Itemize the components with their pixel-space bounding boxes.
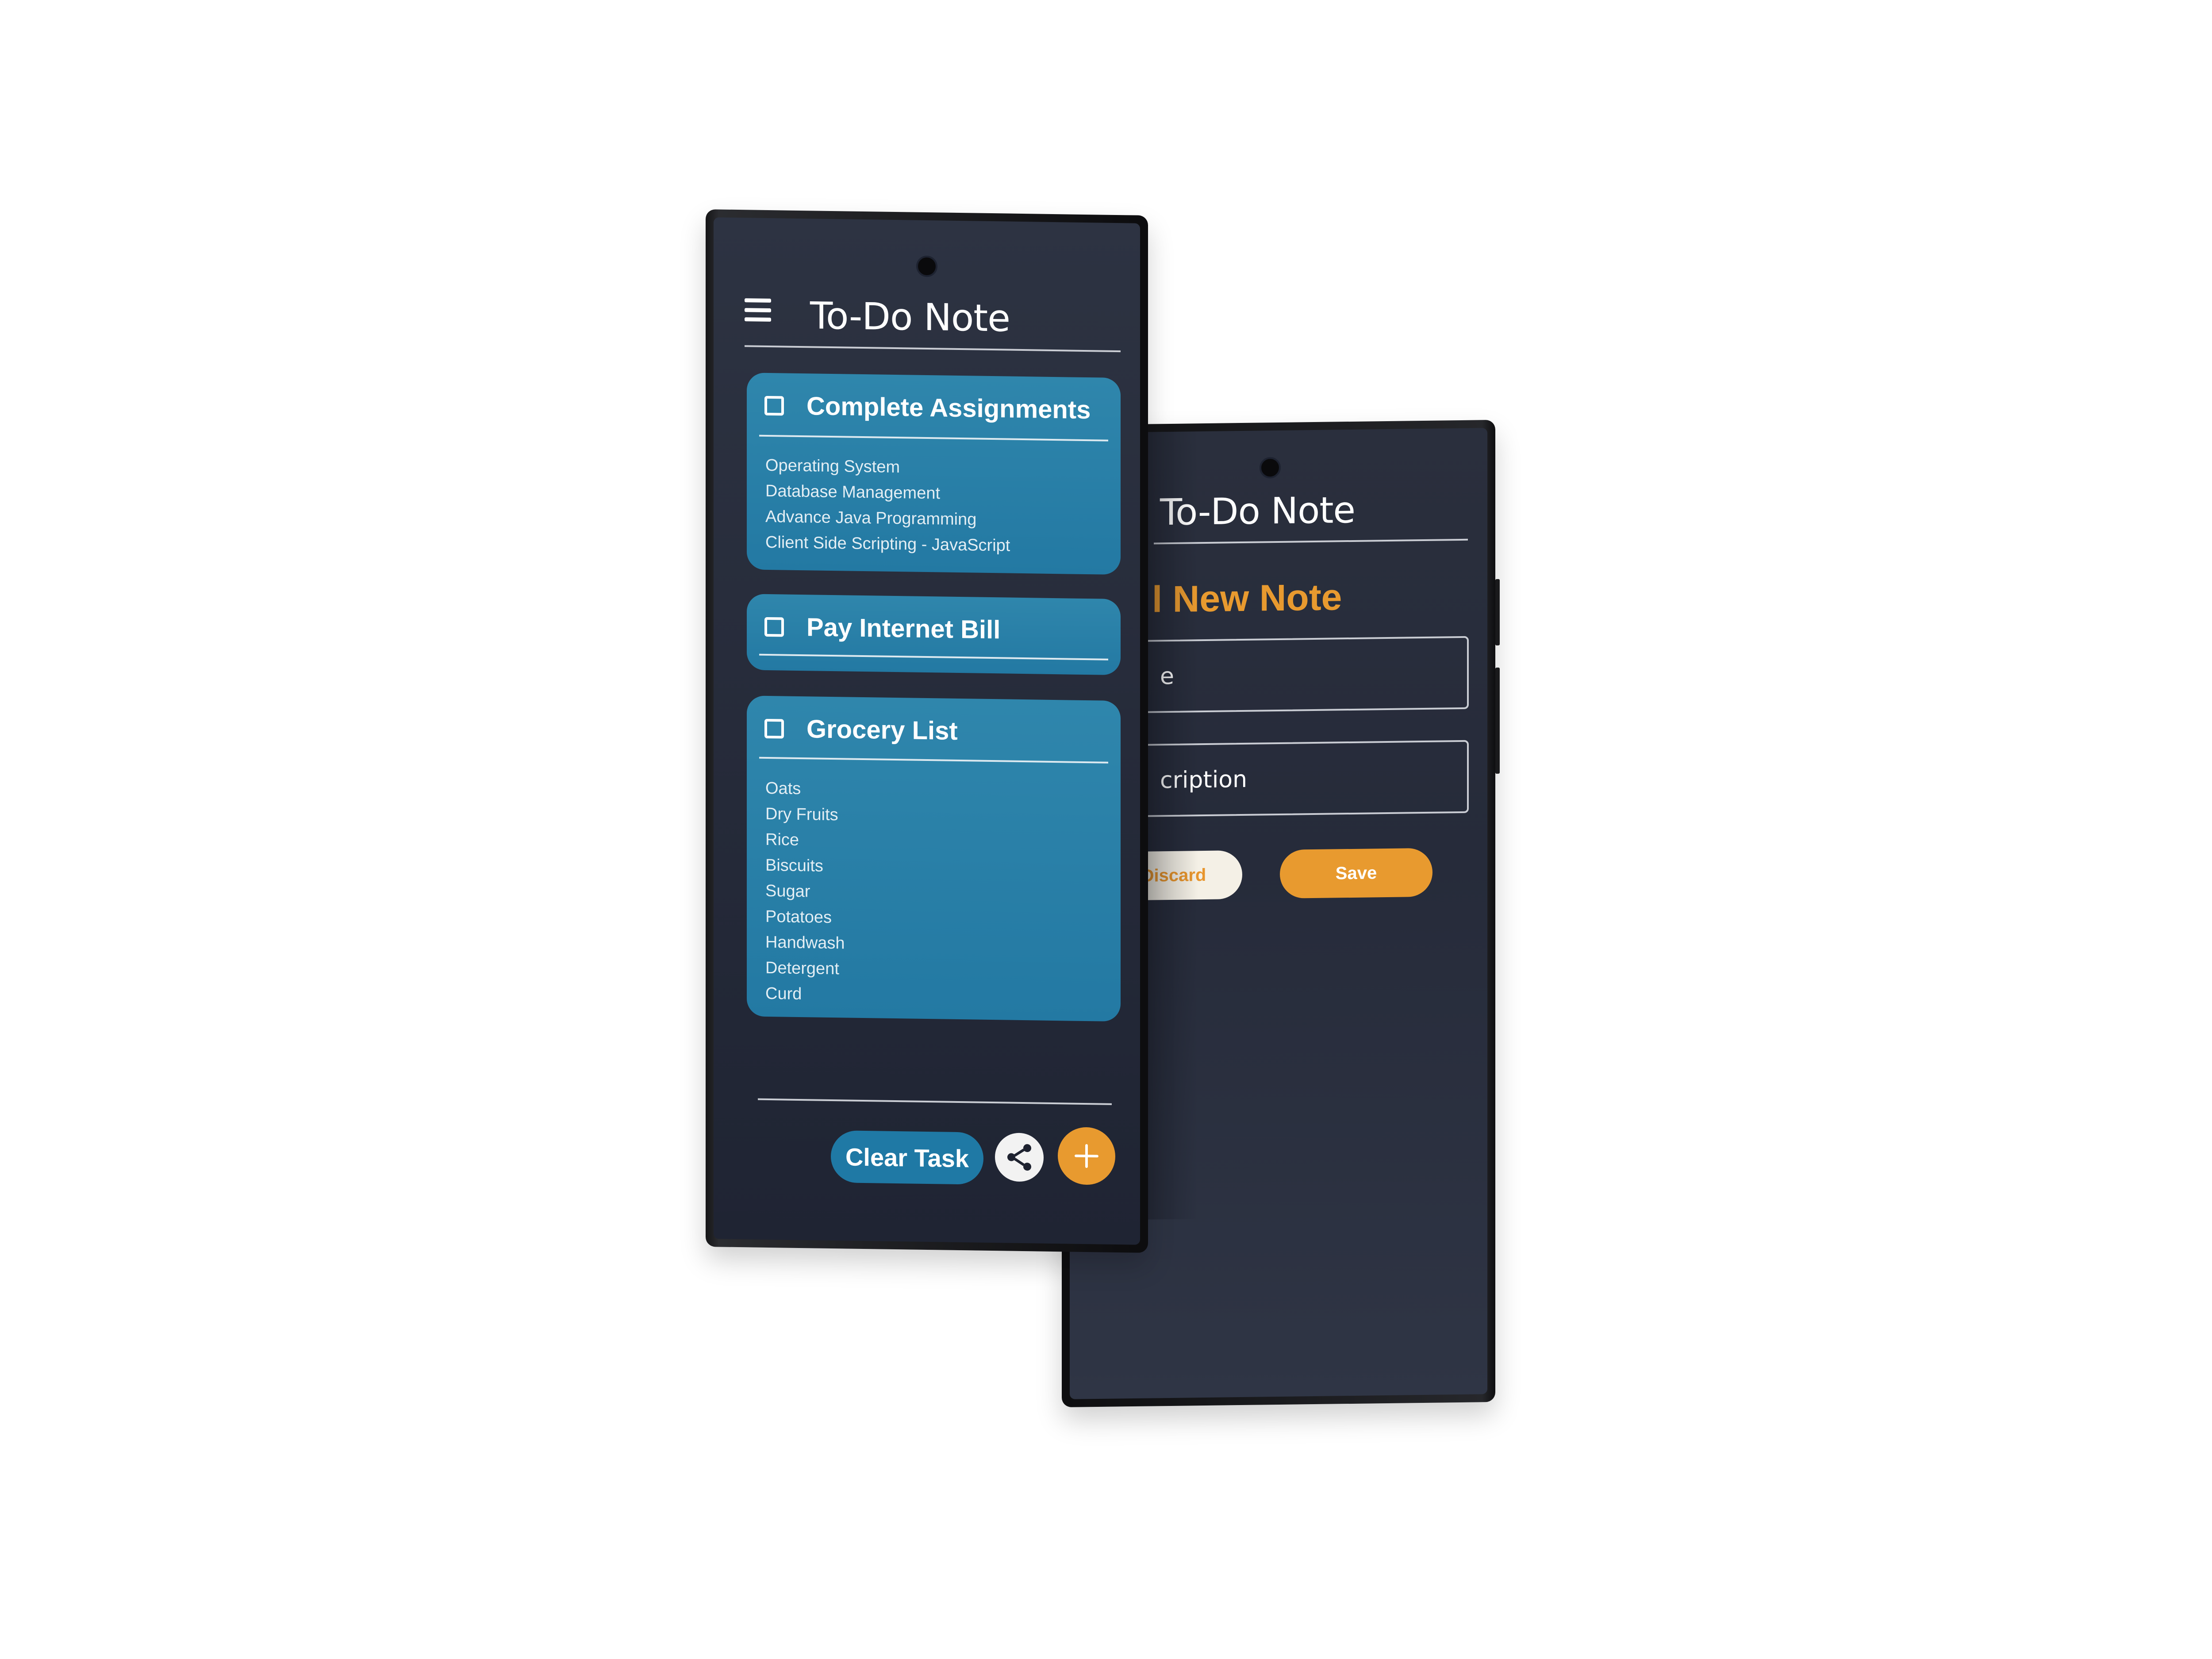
task-item: Sugar [765, 881, 810, 901]
task-item: Operating System [765, 456, 900, 477]
note-title-field[interactable]: e [1105, 636, 1469, 714]
todo-list-screen: To-Do Note Complete Assignments Operatin… [714, 217, 1140, 1245]
task-item: Potatoes [765, 907, 832, 927]
task-divider [759, 757, 1108, 764]
note-description-field[interactable]: cription [1105, 740, 1469, 818]
task-item: Advance Java Programming [765, 507, 977, 529]
front-phone: To-Do Note Complete Assignments Operatin… [706, 209, 1148, 1253]
task-title: Complete Assignments [806, 392, 1091, 425]
phone-volume-button [1495, 667, 1500, 774]
front-camera [1260, 457, 1281, 479]
save-button[interactable]: Save [1280, 848, 1432, 899]
header-divider [745, 345, 1121, 353]
page-title: To-Do Note [810, 294, 1010, 340]
new-note-heading: l New Note [1152, 576, 1342, 620]
task-checkbox[interactable] [764, 718, 784, 739]
menu-icon[interactable] [745, 298, 771, 322]
clear-task-button[interactable]: Clear Task [831, 1130, 983, 1185]
footer-divider [758, 1098, 1112, 1105]
task-item: Dry Fruits [765, 804, 838, 825]
task-checkbox[interactable] [764, 396, 784, 416]
task-items-list: Operating System Database Management Adv… [765, 453, 1010, 559]
task-item: Rice [765, 830, 799, 849]
task-item: Handwash [765, 933, 845, 953]
task-item: Biscuits [765, 856, 823, 876]
task-card-grocery-list[interactable]: Grocery List Oats Dry Fruits Rice Biscui… [747, 695, 1121, 1022]
task-title: Pay Internet Bill [806, 613, 1001, 645]
task-divider [759, 434, 1108, 442]
add-task-button[interactable] [1058, 1127, 1115, 1185]
task-title: Grocery List [806, 714, 958, 745]
task-divider [759, 653, 1108, 661]
task-items-list: Oats Dry Fruits Rice Biscuits Sugar Pota… [765, 776, 845, 1008]
task-item: Oats [765, 779, 801, 799]
share-button[interactable] [995, 1133, 1044, 1182]
page-title: To-Do Note [1160, 489, 1355, 534]
task-card-complete-assignments[interactable]: Complete Assignments Operating System Da… [747, 373, 1121, 575]
phone-side-button [1495, 579, 1500, 646]
task-item: Database Management [765, 481, 941, 503]
front-camera [916, 255, 937, 277]
share-icon [1007, 1144, 1031, 1171]
task-card-pay-internet-bill[interactable]: Pay Internet Bill [747, 594, 1121, 676]
task-checkbox[interactable] [764, 617, 784, 637]
task-item: Curd [765, 984, 802, 1004]
plus-icon [1075, 1144, 1098, 1168]
header-divider [1154, 538, 1468, 545]
task-item: Detergent [765, 958, 839, 979]
task-item: Client Side Scripting - JavaScript [765, 533, 1010, 555]
